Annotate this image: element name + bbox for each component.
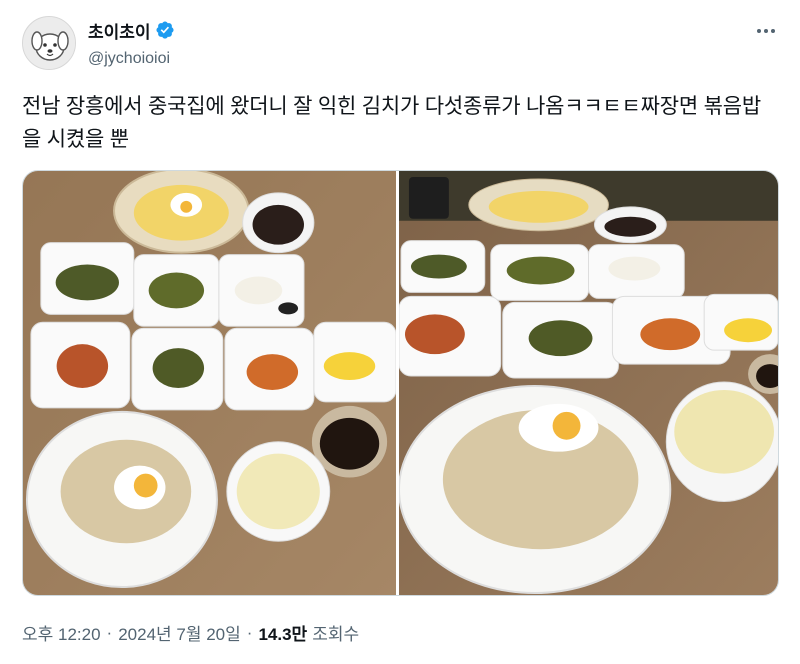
tweet-text: 전남 장흥에서 중국집에 왔더니 잘 익힌 김치가 다섯종류가 나옴ㅋㅋㅌㅌ짜장… — [22, 95, 762, 151]
verified-badge-icon — [156, 21, 174, 39]
more-options-icon[interactable] — [754, 22, 778, 40]
tweet-meta: 오후 12:20 · 2024년 7월 20일 · 14.3만 조회수 — [22, 620, 359, 645]
dog-avatar-icon[interactable] — [22, 16, 76, 70]
tweet-time[interactable]: 오후 12:20 — [22, 620, 101, 645]
meta-separator: · — [246, 622, 253, 642]
views-label: 조회수 — [312, 625, 360, 644]
food-photo-icon[interactable] — [399, 171, 778, 595]
meta-separator: · — [106, 622, 113, 642]
author-display-name[interactable]: 초이초이 — [88, 18, 151, 43]
author-handle[interactable]: @jychoioioi — [88, 50, 175, 68]
food-photo-icon[interactable] — [23, 171, 400, 595]
tweet-media — [22, 170, 779, 596]
views-count[interactable]: 14.3만 — [258, 620, 307, 645]
tweet-date[interactable]: 2024년 7월 20일 — [118, 620, 241, 645]
author-names: 초이초이 @jychoioioi — [88, 18, 175, 68]
tweet-header: 초이초이 @jychoioioi — [22, 16, 778, 72]
